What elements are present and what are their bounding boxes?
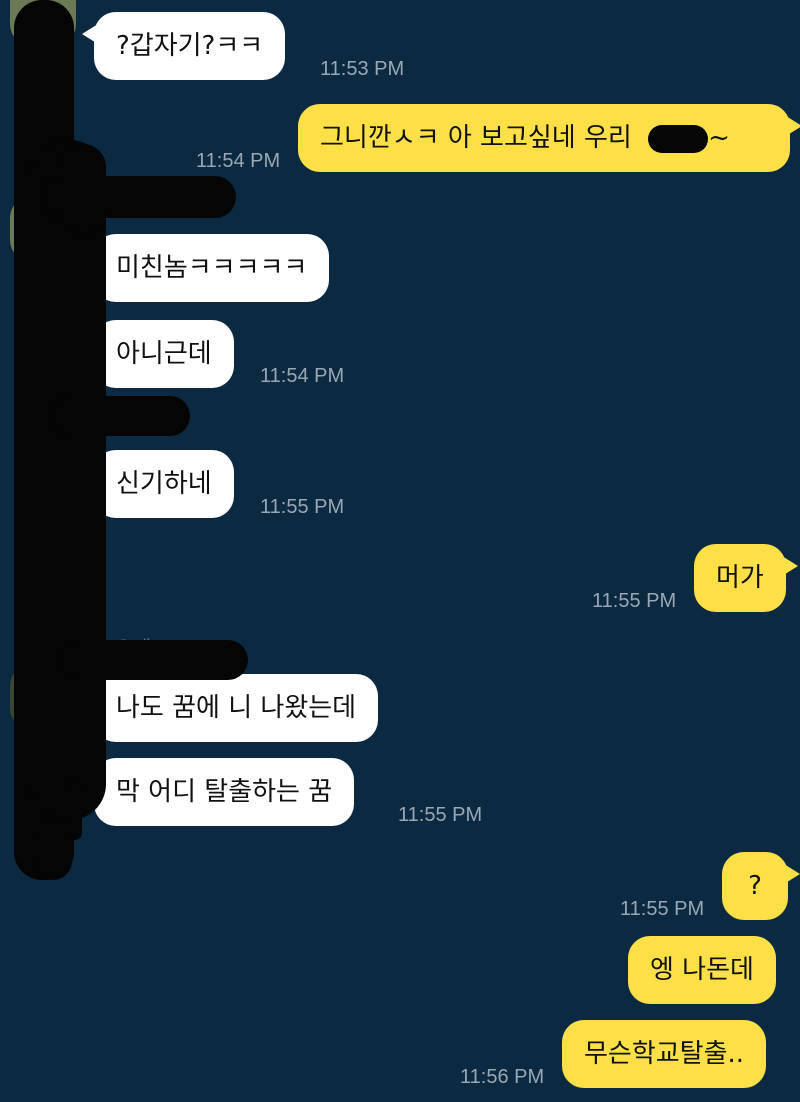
message-time: 11:55 PM (398, 804, 483, 826)
redaction-mark (68, 780, 82, 840)
message-text: 머가 (716, 563, 764, 593)
message-text: 엥 나돈데 (650, 955, 754, 985)
message-time: 11:54 PM (196, 150, 281, 172)
message-bubble-incoming[interactable]: 미친놈ㅋㅋㅋㅋㅋ (81, 234, 330, 302)
redaction-mark (34, 820, 72, 880)
message-text: ?갑자기?ㅋㅋ (116, 31, 264, 61)
message-text: 그니깐ㅅㅋ 아 보고싶네 우리 (320, 123, 632, 153)
message-text: 미친놈ㅋㅋㅋㅋㅋ (116, 253, 308, 283)
message-text-suffix: ~ (708, 123, 730, 153)
message-bubble-outgoing[interactable]: 그니깐ㅅㅋ 아 보고싶네 우리 ~ (298, 104, 800, 172)
redaction-mark (60, 640, 248, 680)
message-bubble-outgoing[interactable]: ? (722, 852, 800, 920)
message-bubble-incoming[interactable]: 막 어디 탈출하는 꿈 (94, 758, 355, 826)
message-bubble-outgoing[interactable]: 머가 (694, 544, 798, 612)
message-bubble-incoming[interactable]: 신기하네 (82, 450, 234, 518)
message-text: ? (748, 871, 762, 901)
redaction-mark (50, 396, 190, 436)
message-text: 신기하네 (116, 469, 212, 499)
chat-area[interactable]: 모으데 ?갑자기?ㅋㅋ 11:53 PM 그니깐ㅅㅋ 아 보고싶네 우리 ~ 1… (0, 0, 800, 1102)
message-bubble-incoming[interactable]: 아니근데 (94, 320, 234, 388)
message-time: 11:55 PM (592, 590, 677, 612)
message-time: 11:55 PM (260, 496, 345, 518)
message-time: 11:53 PM (320, 58, 405, 80)
message-text: 막 어디 탈출하는 꿈 (116, 777, 333, 807)
message-text: 나도 꿈에 니 나왔는데 (116, 693, 357, 723)
message-text: 아니근데 (116, 339, 212, 369)
redaction-mark (30, 140, 106, 820)
message-time: 11:56 PM (460, 1066, 545, 1088)
redaction-mark (60, 144, 106, 234)
message-bubble-incoming[interactable]: ?갑자기?ㅋㅋ (81, 12, 286, 80)
message-time: 11:55 PM (620, 898, 705, 920)
message-bubble-incoming[interactable]: 나도 꿈에 니 나왔는데 (81, 674, 379, 742)
message-bubble-outgoing[interactable]: 엥 나돈데 (628, 936, 776, 1004)
redacted-name (648, 124, 709, 153)
message-text: 무슨학교탈출.. (584, 1039, 745, 1069)
message-bubble-outgoing[interactable]: 무슨학교탈출.. (562, 1020, 767, 1088)
message-time: 11:54 PM (260, 365, 345, 387)
